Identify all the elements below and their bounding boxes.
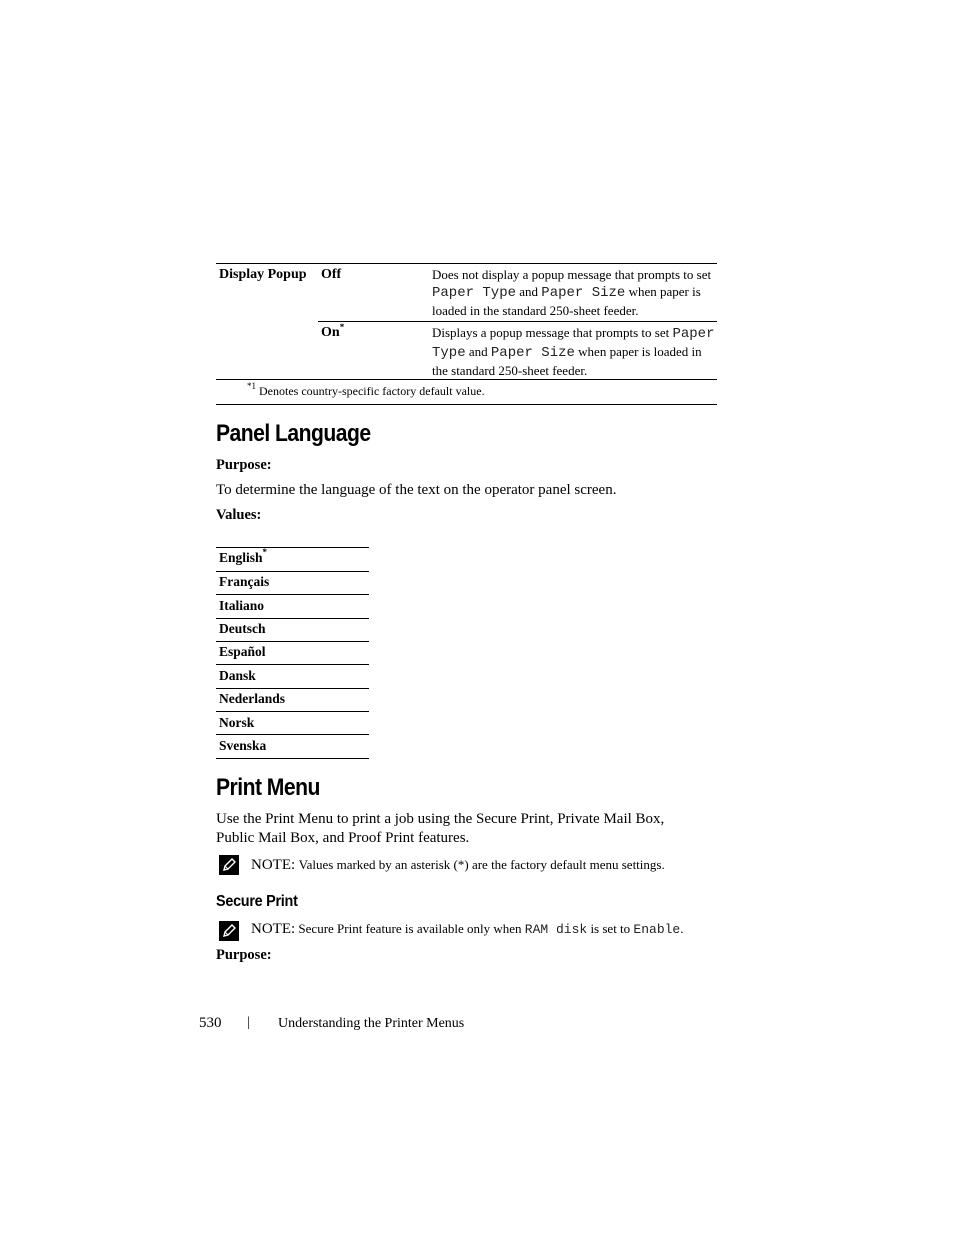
note-text: Values marked by an asterisk (*) are the… xyxy=(298,857,665,872)
description-on: Displays a popup message that prompts to… xyxy=(432,324,716,379)
language-table-rule xyxy=(216,758,369,759)
language-table-rule xyxy=(216,664,369,665)
purpose-label: Purpose: xyxy=(216,457,272,473)
note-text: is set to xyxy=(587,921,634,936)
language-nederlands: Nederlands xyxy=(219,691,286,706)
note-default-values: NOTE: Values marked by an asterisk (*) a… xyxy=(251,857,665,874)
language-francais: Français xyxy=(219,574,270,589)
language-table-rule xyxy=(216,594,369,595)
code-paper-size: Paper Size xyxy=(490,345,575,361)
language-svenska: Svenska xyxy=(219,738,267,753)
note-text: . xyxy=(680,921,684,936)
values-label: Values: xyxy=(216,507,262,523)
purpose-text: To determine the language of the text on… xyxy=(216,482,617,498)
code-paper-type: Paper Type xyxy=(432,285,517,301)
value-on-label: On xyxy=(321,325,340,340)
code-enable: Enable xyxy=(633,922,681,937)
default-marker: * xyxy=(262,547,268,557)
subsection-heading-secure-print: Secure Print xyxy=(216,893,298,910)
footnote: *1 Denotes country-specific factory defa… xyxy=(247,381,485,399)
language-table-rule xyxy=(216,618,369,619)
section-heading-panel-language: Panel Language xyxy=(216,420,371,447)
language-name: English xyxy=(219,550,263,565)
language-table-rule xyxy=(216,711,369,712)
row-divider xyxy=(318,321,717,322)
note-secure-print: NOTE: Secure Print feature is available … xyxy=(251,921,683,938)
setting-label: Display Popup xyxy=(219,267,307,282)
print-menu-intro-line1: Use the Print Menu to print a job using … xyxy=(216,811,665,827)
language-english: English* xyxy=(219,547,268,566)
description-off: Does not display a popup message that pr… xyxy=(432,266,716,319)
language-norsk: Norsk xyxy=(219,715,255,730)
section-heading-print-menu: Print Menu xyxy=(216,774,320,801)
description-text: and xyxy=(465,344,491,359)
language-table-rule xyxy=(216,734,369,735)
secure-print-purpose-label: Purpose: xyxy=(216,947,272,963)
language-italiano: Italiano xyxy=(219,598,265,613)
language-table-rule xyxy=(216,641,369,642)
language-dansk: Dansk xyxy=(219,668,256,683)
language-espanol: Español xyxy=(219,644,266,659)
value-on: On* xyxy=(321,322,345,341)
footer-separator: | xyxy=(247,1015,250,1030)
note-label: NOTE: xyxy=(251,857,296,873)
description-text: Does not display a popup message that pr… xyxy=(432,267,712,282)
table-bottom-rule xyxy=(216,404,717,405)
table-top-rule xyxy=(216,263,717,264)
language-table-rule xyxy=(216,547,369,548)
pencil-note-icon xyxy=(219,855,239,875)
footnote-text: Denotes country-specific factory default… xyxy=(259,384,485,398)
print-menu-intro-line2: Public Mail Box, and Proof Print feature… xyxy=(216,830,470,846)
language-deutsch: Deutsch xyxy=(219,621,266,636)
chapter-title: Understanding the Printer Menus xyxy=(278,1016,465,1031)
code-ram-disk: RAM disk xyxy=(524,922,588,937)
description-text: Displays a popup message that prompts to… xyxy=(432,325,673,340)
value-off: Off xyxy=(321,267,342,282)
pencil-note-icon xyxy=(219,921,239,941)
language-table-rule xyxy=(216,688,369,689)
note-label: NOTE: xyxy=(251,921,296,937)
language-table-rule xyxy=(216,571,369,572)
code-paper-size: Paper Size xyxy=(541,285,626,301)
default-marker: * xyxy=(339,322,345,332)
footnote-top-rule xyxy=(216,379,717,380)
note-text: Secure Print feature is available only w… xyxy=(298,921,525,936)
page-number: 530 xyxy=(199,1015,222,1031)
description-text: and xyxy=(516,284,542,299)
footnote-marker: *1 xyxy=(247,381,256,391)
